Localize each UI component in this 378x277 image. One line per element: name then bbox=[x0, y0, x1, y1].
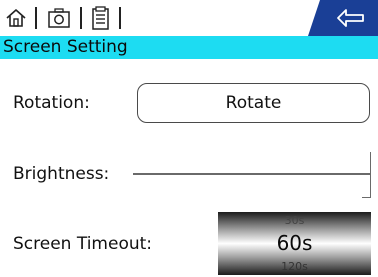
home-icon bbox=[6, 9, 26, 27]
screen-timeout-label: Screen Timeout: bbox=[13, 234, 153, 254]
camera-button[interactable] bbox=[43, 3, 75, 33]
back-button[interactable] bbox=[308, 0, 378, 36]
toolbar-divider bbox=[35, 7, 37, 29]
toolbar-divider bbox=[80, 7, 82, 29]
toolbar-divider bbox=[119, 7, 121, 29]
brightness-slider-handle[interactable] bbox=[362, 152, 371, 198]
title-bar: Screen Setting bbox=[0, 36, 378, 59]
brightness-slider[interactable] bbox=[133, 148, 371, 200]
page-title: Screen Setting bbox=[3, 37, 128, 57]
picker-option-next[interactable]: 120s bbox=[218, 260, 371, 273]
back-arrow-icon bbox=[337, 9, 364, 27]
rotation-label: Rotation: bbox=[13, 93, 90, 113]
screen-timeout-picker[interactable]: 30s 60s 120s bbox=[218, 212, 371, 275]
document-button[interactable] bbox=[86, 3, 114, 33]
document-icon bbox=[92, 6, 109, 30]
camera-icon bbox=[48, 8, 70, 28]
rotate-button[interactable]: Rotate bbox=[137, 83, 370, 123]
picker-option-prev[interactable]: 30s bbox=[218, 214, 371, 227]
home-button[interactable] bbox=[2, 3, 30, 33]
picker-option-selected[interactable]: 60s bbox=[218, 231, 371, 255]
top-toolbar bbox=[0, 0, 378, 36]
brightness-label: Brightness: bbox=[13, 164, 110, 184]
brightness-slider-track bbox=[133, 173, 370, 175]
